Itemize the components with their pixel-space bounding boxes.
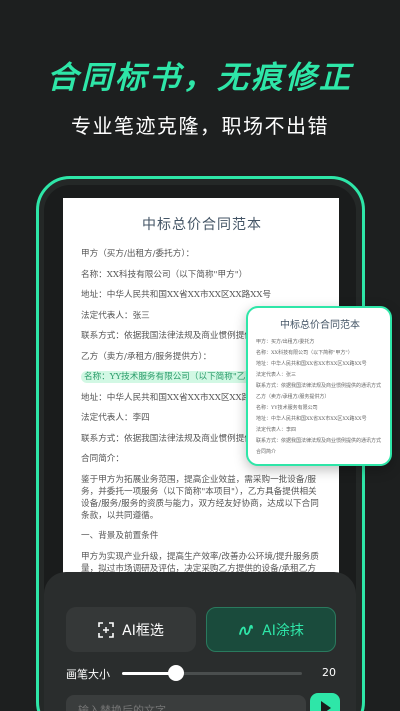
subheadline: 专业笔迹克隆，职场不出错 bbox=[71, 114, 329, 138]
ai-frame-select-button[interactable]: AI框选 bbox=[66, 607, 196, 652]
zoom-line: 乙方（卖方/承租方/服务提供方） bbox=[256, 394, 330, 400]
zoom-line: 地址：中华人民共和国XX省XX市XX区XX路XX号 bbox=[256, 361, 367, 367]
frame-select-icon bbox=[98, 621, 114, 638]
headline: 合同标书，无痕修正 bbox=[47, 60, 353, 96]
zoom-line: 法定代表人：李四 bbox=[256, 427, 297, 433]
document-paragraph: 鉴于甲方为拓展业务范围，提高企业效益，需采购一批设备/服务，并委托一项服务（以下… bbox=[81, 474, 319, 521]
document-line: 名称：XX科技有限公司（以下简称"甲方"） bbox=[81, 269, 248, 280]
zoom-line: 地址：中华人民共和国XX省XX市XX区XX路XX号 bbox=[256, 416, 367, 422]
smear-icon bbox=[239, 624, 254, 635]
document-line: 一、背景及前置条件 bbox=[81, 531, 159, 541]
replacement-text-input[interactable] bbox=[66, 695, 306, 711]
zoom-title: 中标总价合同范本 bbox=[280, 320, 360, 331]
zoom-line: 名称：YY技术服务有限公司 bbox=[256, 405, 318, 411]
highlighted-text[interactable]: 名称：YY技术服务有限公司（以下简称"乙方"） bbox=[81, 371, 270, 383]
zoom-line: 法定代表人：张三 bbox=[256, 372, 297, 378]
zoom-line: 名称：XX科技有限公司（以下简称"甲方"） bbox=[256, 350, 353, 356]
brush-size-slider[interactable] bbox=[122, 672, 302, 675]
brush-size-slider-thumb[interactable] bbox=[168, 665, 184, 681]
document-line: 地址：中华人民共和国XX省XX市XX区XX路XX号 bbox=[81, 290, 272, 300]
zoom-line: 联系方式：依据我国法律法规及商业惯例提供的通讯方式 bbox=[256, 438, 382, 444]
ai-frame-select-label: AI框选 bbox=[122, 622, 164, 639]
brush-size-label: 画笔大小 bbox=[66, 668, 110, 681]
document-line: 甲方（买方/出租方/委托方）： bbox=[81, 249, 195, 259]
document-title: 中标总价合同范本 bbox=[142, 217, 262, 233]
zoom-line: 联系方式：依据我国法律法规及商业惯例提供的通讯方式 bbox=[256, 383, 382, 389]
zoom-line: 甲方：买方/出租方/委托方 bbox=[256, 339, 315, 345]
zoom-line: 合同简介 bbox=[256, 449, 277, 455]
brush-size-value: 20 bbox=[322, 666, 336, 679]
send-button[interactable] bbox=[310, 693, 340, 711]
zoom-preview-card: 中标总价合同范本 甲方：买方/出租方/委托方 名称：XX科技有限公司（以下简称"… bbox=[246, 306, 392, 466]
ai-smear-button[interactable]: AI涂抹 bbox=[206, 607, 336, 652]
ai-smear-label: AI涂抹 bbox=[262, 622, 304, 639]
